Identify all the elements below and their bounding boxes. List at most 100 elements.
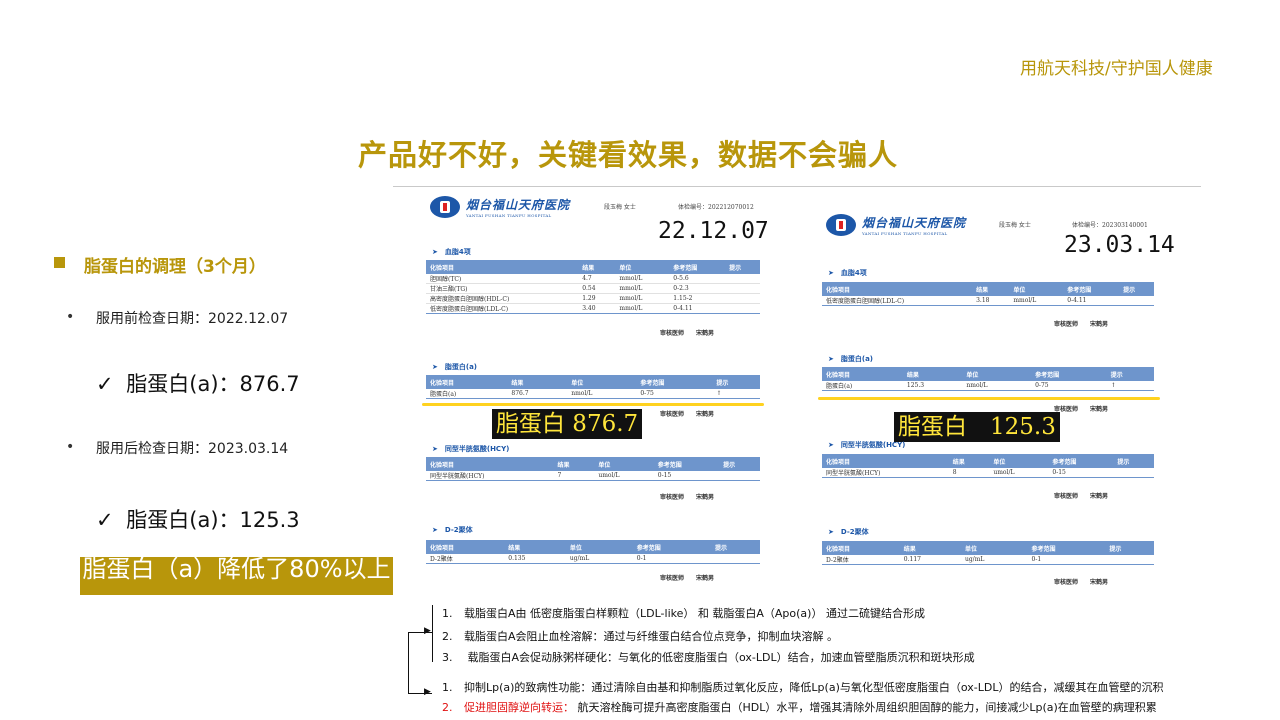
table-cell: 8 (948, 468, 990, 478)
d2-table: 化验项目 结果 单位 参考范围 提示 D-2聚体 0.117 ug/mL 0-1 (822, 541, 1154, 565)
patient-name: 段玉梅 女士 (999, 222, 1031, 229)
col-header: 参考范围 (669, 260, 726, 274)
section-title: ➤ D-2聚体 (828, 528, 869, 536)
reviewer-sign: 审核医师 宋鹤男 (1054, 579, 1109, 586)
arrow-right-icon: ▶ (424, 626, 431, 636)
col-header: 结果 (507, 375, 568, 389)
reviewer-sign: 审核医师 宋鹤男 (660, 411, 715, 418)
col-header: 化验项目 (822, 541, 900, 555)
note-number: 2. (442, 701, 453, 714)
note-item: 2. 载脂蛋白A会阻止血栓溶解：通过与纤维蛋白结合位点竞争，抑制血块溶解 。 (442, 628, 838, 644)
section-title: ➤ 脂蛋白(a) (432, 363, 477, 371)
col-header: 提示 (712, 375, 760, 389)
table-cell (1113, 468, 1154, 478)
note-text: 载脂蛋白A会促动脉粥样硬化：与氧化的低密度脂蛋白（ox-LDL）结合，加速血管壁… (464, 651, 975, 664)
table-cell: 0-1 (1027, 555, 1106, 565)
section-title-text: 脂蛋白(a) (840, 355, 873, 363)
check-icon: ✓ (96, 508, 114, 532)
table-cell (725, 293, 760, 304)
table-cell: 低密度脂蛋白胆固醇(LDL-C) (426, 303, 579, 314)
table-cell: 同型半胱氨酸(HCY) (426, 471, 554, 481)
table-cell: 甘油三酯(TG) (426, 283, 579, 294)
table-cell: mmol/L (615, 274, 670, 284)
table-cell: 脂蛋白(a) (426, 389, 508, 399)
note-number: 2. (442, 630, 453, 643)
table-cell (711, 554, 760, 564)
table-cell: 0-2.3 (669, 283, 726, 294)
divider (393, 186, 1201, 187)
col-header: 提示 (1106, 367, 1154, 381)
section-title: ➤ D-2聚体 (432, 526, 473, 534)
table-row: D-2聚体 0.135 ug/mL 0-1 (426, 554, 760, 564)
table-row: 同型半胱氨酸(HCY) 8 umol/L 0-15 (822, 468, 1154, 478)
table-cell: nmol/L (962, 381, 1032, 391)
table-row: 脂蛋白(a) 125.3 nmol/L 0-75 ↑ (822, 381, 1154, 391)
table-row: 胆固醇(TC) 4.7 mmol/L 0-5.6 (426, 274, 760, 284)
table-cell (725, 274, 760, 284)
col-header: 结果 (972, 282, 1010, 296)
note-number: 1. (442, 607, 453, 620)
section-title-text: 血脂4项 (444, 248, 471, 256)
lipid-table: 化验项目 结果 单位 参考范围 提示 低密度脂蛋白胆固醇(LDL-C) 3.18 mmol/… (822, 282, 1154, 306)
col-header: 参考范围 (1027, 541, 1106, 555)
table-cell: ↑ (712, 389, 760, 399)
section-title-text: 同型半胱氨酸(HCY) (444, 445, 510, 453)
section-title: ➤ 血脂4项 (828, 269, 867, 277)
before-date-label: 服用前检查日期：2022.12.07 (96, 311, 289, 327)
col-header: 单位 (565, 540, 633, 554)
col-header: 化验项目 (822, 367, 903, 381)
col-header: 提示 (1105, 541, 1154, 555)
reviewer-sign: 审核医师 宋鹤男 (660, 494, 715, 501)
col-header: 结果 (553, 457, 595, 471)
section-title: ➤ 血脂4项 (432, 248, 471, 256)
col-header: 化验项目 (426, 260, 579, 274)
before-value: ✓ 脂蛋白(a)：876.7 (96, 368, 300, 398)
col-header: 参考范围 (636, 375, 713, 389)
table-cell: 0-4.11 (1063, 296, 1120, 306)
highlight-underline (818, 397, 1160, 400)
table-cell: 1.29 (578, 293, 616, 304)
note-item: 1. 载脂蛋白A由 低密度脂蛋白样颗粒（LDL-like） 和 载脂蛋白A（Apo… (442, 605, 925, 621)
table-row: D-2聚体 0.117 ug/mL 0-1 (822, 555, 1154, 565)
highlight-underline (422, 403, 764, 406)
note-item: 1. 抑制Lp(a)的致病性功能：通过清除自由基和抑制脂质过氧化反应，降低Lp(a… (442, 679, 1163, 695)
table-cell: 7 (553, 471, 595, 481)
after-value: ✓ 脂蛋白(a)：125.3 (96, 504, 300, 534)
hospital-name: 烟台福山天府医院 (466, 198, 571, 212)
report-date: 22.12.07 (658, 218, 769, 244)
table-cell: 低密度脂蛋白胆固醇(LDL-C) (822, 296, 973, 306)
reviewer-sign: 审核医师 宋鹤男 (1054, 321, 1109, 328)
lpa-table: 化验项目 结果 单位 参考范围 提示 脂蛋白(a) 876.7 nmol/L 0-75 ↑ (426, 375, 760, 399)
col-header: 提示 (1113, 454, 1154, 468)
col-header: 参考范围 (1031, 367, 1107, 381)
hospital-cross-icon (430, 196, 460, 218)
lpa-callout: 脂蛋白 876.7 (492, 409, 643, 439)
table-cell: 脂蛋白(a) (822, 381, 903, 391)
table-cell: 0-75 (636, 389, 713, 399)
col-header: 化验项目 (822, 282, 973, 296)
note-number: 3. (442, 651, 453, 664)
section-title-text: 同型半胱氨酸(HCY) (840, 441, 906, 449)
hospital-logo: 烟台福山天府医院 YANTAI FUSHAN TIANFU HOSPITAL (826, 214, 966, 236)
table-cell: 同型半胱氨酸(HCY) (822, 468, 949, 478)
col-header: 化验项目 (822, 454, 949, 468)
section-title: ➤ 同型半胱氨酸(HCY) (432, 445, 510, 453)
reviewer-sign: 审核医师 宋鹤男 (660, 575, 715, 582)
col-header: 结果 (899, 541, 961, 555)
table-cell (1105, 555, 1154, 565)
after-value-text: 脂蛋白(a)：125.3 (126, 508, 300, 532)
reviewer-sign: 审核医师 宋鹤男 (1054, 493, 1109, 500)
table-cell (1119, 296, 1154, 306)
section-title-text: 血脂4项 (840, 269, 867, 277)
report-before: 烟台福山天府医院 YANTAI FUSHAN TIANFU HOSPITAL 段… (396, 190, 796, 600)
note-text: 抑制Lp(a)的致病性功能：通过清除自由基和抑制脂质过氧化反应，降低Lp(a)与… (464, 681, 1164, 694)
col-header: 单位 (594, 457, 654, 471)
note-text: 航天溶栓酶可提升高密度脂蛋白（HDL）水平，增强其清除外周组织胆固醇的能力，间接… (574, 701, 1157, 714)
section-title: ➤ 同型半胱氨酸(HCY) (828, 441, 906, 449)
table-row: 低密度脂蛋白胆固醇(LDL-C) 3.40 mmol/L 0-4.11 (426, 303, 760, 314)
table-cell: umol/L (594, 471, 654, 481)
table-row: 脂蛋白(a) 876.7 nmol/L 0-75 ↑ (426, 389, 760, 399)
exam-number: 体检编号：202212070012 (678, 204, 754, 211)
table-cell (725, 283, 760, 294)
hospital-name-en: YANTAI FUSHAN TIANFU HOSPITAL (466, 213, 552, 218)
